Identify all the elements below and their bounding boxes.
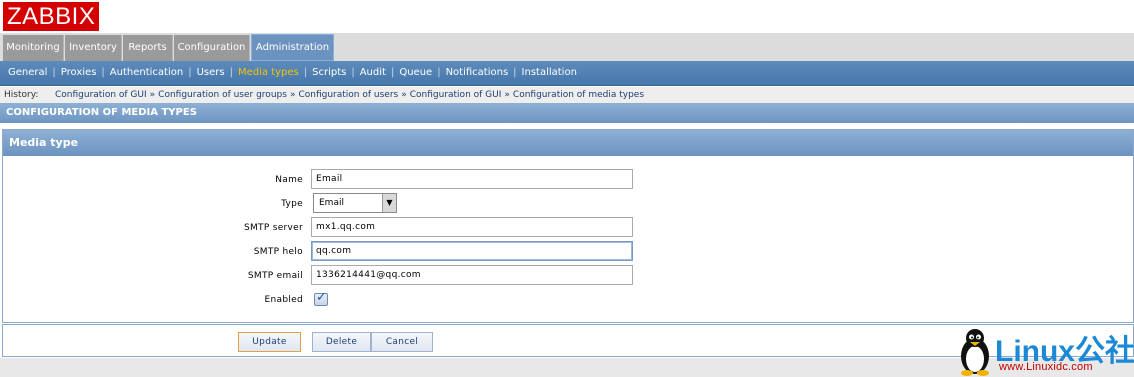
separator: | xyxy=(351,67,355,78)
tab-inventory[interactable]: Inventory xyxy=(65,35,122,61)
submenu-media-types[interactable]: Media types xyxy=(238,67,299,78)
chevron-down-icon[interactable]: ▼ xyxy=(382,194,396,212)
history-link[interactable]: Configuration of GUI xyxy=(55,90,147,100)
zabbix-logo[interactable]: ZABBIX xyxy=(3,2,100,31)
submenu-proxies[interactable]: Proxies xyxy=(61,67,97,78)
submenu-installation[interactable]: Installation xyxy=(522,67,577,78)
breadcrumb-separator: » xyxy=(149,90,156,100)
breadcrumb-separator: » xyxy=(289,90,296,100)
separator: | xyxy=(188,67,192,78)
submenu-queue[interactable]: Queue xyxy=(399,67,432,78)
form-title: Media type xyxy=(3,130,1133,156)
smtp-email-label: SMTP email xyxy=(247,271,303,281)
top-menu: Monitoring Inventory Reports Configurati… xyxy=(0,33,1134,61)
smtp-helo-label: SMTP helo xyxy=(253,247,303,257)
breadcrumb-separator: » xyxy=(401,90,407,100)
separator: | xyxy=(101,67,105,78)
history-link[interactable]: Configuration of GUI xyxy=(410,90,502,100)
separator: | xyxy=(390,67,395,78)
enabled-checkbox[interactable]: ✓ xyxy=(314,290,328,306)
tux-penguin-icon xyxy=(961,329,989,376)
smtp-server-field[interactable]: mx1.qq.com xyxy=(311,217,633,237)
tab-reports[interactable]: Reports xyxy=(123,35,173,61)
separator: | xyxy=(229,67,233,78)
history-link[interactable]: Configuration of media types xyxy=(513,90,644,100)
breadcrumb-separator: » xyxy=(504,90,510,100)
smtp-helo-field[interactable]: qq.com xyxy=(311,241,633,261)
submenu-audit[interactable]: Audit xyxy=(360,67,386,78)
tab-configuration[interactable]: Configuration xyxy=(174,35,250,61)
smtp-email-field[interactable]: 1336214441@qq.com xyxy=(311,265,633,285)
separator: | xyxy=(303,67,308,78)
breadcrumb: Configuration of GUI» Configuration of us… xyxy=(55,87,644,103)
header: ZABBIX xyxy=(0,0,1134,33)
history-label: History: xyxy=(4,90,39,100)
type-select[interactable]: Email ▼ xyxy=(313,193,397,213)
enabled-label: Enabled xyxy=(264,295,303,305)
history-link[interactable]: Configuration of user groups xyxy=(158,90,287,100)
name-label: Name xyxy=(275,175,303,185)
update-button[interactable]: Update xyxy=(238,332,301,352)
name-field[interactable]: Email xyxy=(311,169,633,189)
type-select-value: Email xyxy=(319,198,344,208)
sub-menu: General | Proxies | Authentication | Users | Med… xyxy=(0,61,1134,86)
tab-monitoring[interactable]: Monitoring xyxy=(3,35,64,61)
page-title: CONFIGURATION OF MEDIA TYPES xyxy=(0,103,1134,123)
submenu-scripts[interactable]: Scripts xyxy=(312,67,346,78)
submenu-general[interactable]: General xyxy=(8,67,47,78)
separator: | xyxy=(513,67,517,78)
separator: | xyxy=(52,67,56,78)
type-label: Type xyxy=(281,199,303,209)
delete-button[interactable]: Delete xyxy=(312,332,371,352)
cancel-button[interactable]: Cancel xyxy=(371,332,433,352)
submenu-authentication[interactable]: Authentication xyxy=(110,67,183,78)
submenu-notifications[interactable]: Notifications xyxy=(446,67,509,78)
history-link[interactable]: Configuration of users xyxy=(298,90,398,100)
watermark: Linux公社 www.Linuxidc.com xyxy=(955,326,1134,377)
history-bar: History: Configuration of GUI» Configurat… xyxy=(0,87,1134,103)
tab-administration[interactable]: Administration xyxy=(251,34,334,61)
watermark-url: www.Linuxidc.com xyxy=(999,361,1093,373)
media-type-form: Media type Name Email Type Email ▼ SMTP … xyxy=(2,129,1134,323)
submenu-users[interactable]: Users xyxy=(197,67,225,78)
checkmark-icon: ✓ xyxy=(316,290,327,305)
separator: | xyxy=(437,67,441,78)
smtp-server-label: SMTP server xyxy=(243,223,303,233)
